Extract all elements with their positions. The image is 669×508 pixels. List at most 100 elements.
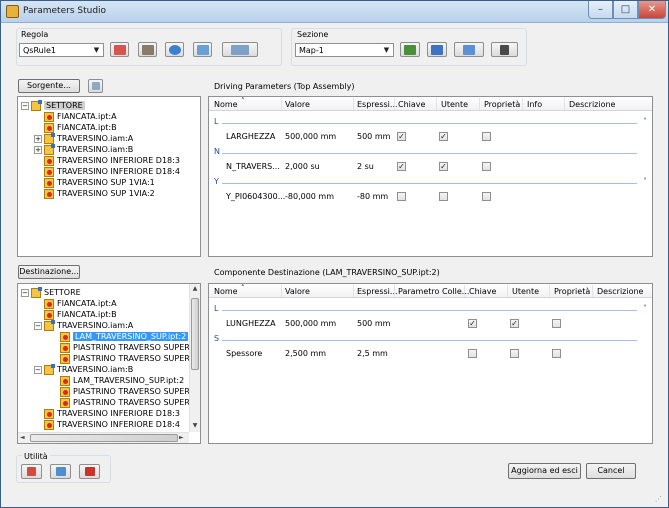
- param-expression[interactable]: 2,5 mm: [357, 349, 388, 358]
- col-utente[interactable]: Utente: [441, 100, 468, 109]
- col-info[interactable]: Info: [527, 100, 542, 109]
- apply-button[interactable]: Aggiorna ed esci: [508, 463, 581, 479]
- param-expression[interactable]: 500 mm: [357, 319, 390, 328]
- chiave-checkbox[interactable]: [468, 349, 477, 358]
- tree-item[interactable]: + TRAVERSINO.iam:A: [34, 132, 133, 144]
- param-expression[interactable]: 2 su: [357, 162, 374, 171]
- vertical-scrollbar[interactable]: ▲ ▼: [189, 284, 200, 432]
- tree-item[interactable]: TRAVERSINO INFERIORE D18:3: [44, 408, 180, 419]
- document-button[interactable]: [193, 42, 212, 57]
- tree-item[interactable]: FIANCATA.ipt:A: [44, 298, 117, 309]
- group-header[interactable]: Y ˄: [214, 177, 647, 187]
- add-button[interactable]: [21, 464, 42, 479]
- col-espressione[interactable]: Espressi...: [357, 100, 398, 109]
- expand-icon[interactable]: +: [34, 145, 42, 154]
- collapse-icon[interactable]: −: [21, 288, 29, 297]
- proprieta-checkbox[interactable]: [482, 162, 491, 171]
- scroll-thumb[interactable]: [30, 434, 178, 442]
- param-value[interactable]: 2,000 su: [285, 162, 320, 171]
- proprieta-checkbox[interactable]: [552, 349, 561, 358]
- group-header[interactable]: L ˄: [214, 304, 647, 314]
- close-button[interactable]: ✕: [638, 1, 666, 19]
- proprieta-checkbox[interactable]: [482, 192, 491, 201]
- source-button[interactable]: Sorgente...: [18, 79, 80, 93]
- scroll-thumb[interactable]: [191, 298, 199, 370]
- tree-item[interactable]: LAM_TRAVERSINO_SUP.ipt:2: [60, 375, 184, 386]
- param-value[interactable]: 500,000 mm: [285, 319, 336, 328]
- regola-select[interactable]: QsRule1 ▼: [19, 43, 104, 57]
- tree-item[interactable]: PIASTRINO TRAVERSO SUPER: [60, 342, 190, 353]
- collapse-icon[interactable]: −: [21, 101, 29, 110]
- param-value[interactable]: 2,500 mm: [285, 349, 326, 358]
- options-button[interactable]: [222, 42, 258, 57]
- utente-checkbox[interactable]: ✓: [510, 319, 519, 328]
- maximize-button[interactable]: □: [613, 1, 638, 19]
- run-button[interactable]: [165, 42, 184, 57]
- scroll-left-icon[interactable]: ◄: [20, 434, 25, 441]
- col-proprieta[interactable]: Proprietà: [554, 287, 590, 296]
- sort-button[interactable]: [400, 42, 420, 57]
- tree-item[interactable]: − TRAVERSINO.iam:A: [34, 319, 133, 331]
- col-chiave[interactable]: Chiave: [469, 287, 496, 296]
- col-valore[interactable]: Valore: [285, 100, 310, 109]
- collapse-icon[interactable]: ˄: [643, 304, 647, 313]
- save-section-button[interactable]: [427, 42, 447, 57]
- resize-grip-icon[interactable]: ⋰: [655, 495, 662, 503]
- tree-item[interactable]: PIASTRINO TRAVERSO SUPER: [60, 386, 190, 397]
- tree-item[interactable]: TRAVERSINO INFERIORE D18:4: [44, 419, 180, 430]
- tree-item[interactable]: + TRAVERSINO.iam:B: [34, 143, 133, 155]
- col-nome[interactable]: Nome: [214, 100, 238, 109]
- col-descrizione[interactable]: Descrizione: [597, 287, 643, 296]
- scroll-up-icon[interactable]: ▲: [190, 285, 200, 292]
- collapse-icon[interactable]: ˄: [643, 177, 647, 186]
- tree-item[interactable]: PIASTRINO TRAVERSO SUPER: [60, 353, 190, 364]
- tools-button[interactable]: [491, 42, 518, 57]
- collapse-icon[interactable]: −: [34, 365, 42, 374]
- tree-item-selected[interactable]: LAM_TRAVERSINO_SUP.ipt:2: [60, 331, 189, 342]
- chiave-checkbox[interactable]: ✓: [468, 319, 477, 328]
- cancel-button[interactable]: Cancel: [586, 463, 636, 479]
- col-espressione[interactable]: Espressi...: [357, 287, 398, 296]
- group-header[interactable]: L ˄: [214, 117, 647, 127]
- col-proprieta[interactable]: Proprietà: [484, 100, 520, 109]
- tree-item[interactable]: − SETTORE: [21, 286, 81, 298]
- col-chiave[interactable]: Chiave: [398, 100, 425, 109]
- param-expression[interactable]: -80 mm: [357, 192, 388, 201]
- sezione-select[interactable]: Map-1 ▼: [295, 43, 394, 57]
- tree-item[interactable]: TRAVERSINO INFERIORE D18:3: [44, 155, 180, 166]
- group-header[interactable]: N: [214, 147, 647, 157]
- utente-checkbox[interactable]: ✓: [439, 162, 448, 171]
- scroll-right-icon[interactable]: ►: [179, 434, 184, 441]
- collapse-icon[interactable]: −: [34, 321, 42, 330]
- expand-icon[interactable]: +: [34, 134, 42, 143]
- proprieta-checkbox[interactable]: [552, 319, 561, 328]
- tree-item[interactable]: − SETTORE: [21, 99, 85, 111]
- col-nome[interactable]: Nome: [214, 287, 238, 296]
- tree-item[interactable]: FIANCATA.ipt:A: [44, 111, 117, 122]
- tree-item[interactable]: PIASTRINO TRAVERSO SUPER: [60, 397, 190, 408]
- rule-structure-button[interactable]: [138, 42, 157, 57]
- col-utente[interactable]: Utente: [512, 287, 539, 296]
- col-parametro-collegato[interactable]: Parametro Colle...: [398, 287, 469, 296]
- utente-checkbox[interactable]: [439, 192, 448, 201]
- col-descrizione[interactable]: Descrizione: [569, 100, 615, 109]
- proprieta-checkbox[interactable]: [482, 132, 491, 141]
- source-options-button[interactable]: [88, 79, 103, 93]
- col-valore[interactable]: Valore: [285, 287, 310, 296]
- param-expression[interactable]: 500 mm: [357, 132, 390, 141]
- horizontal-scrollbar[interactable]: ◄ ►: [18, 432, 189, 443]
- chiave-checkbox[interactable]: ✓: [397, 132, 406, 141]
- utente-checkbox[interactable]: ✓: [439, 132, 448, 141]
- tree-item[interactable]: − TRAVERSINO.iam:B: [34, 363, 133, 375]
- collapse-icon[interactable]: ˄: [643, 117, 647, 126]
- filter-button[interactable]: [454, 42, 484, 57]
- tree-item[interactable]: FIANCATA.ipt:B: [44, 309, 117, 320]
- tree-item[interactable]: FIANCATA.ipt:B: [44, 122, 117, 133]
- insert-button[interactable]: [50, 464, 71, 479]
- param-value[interactable]: 500,000 mm: [285, 132, 336, 141]
- tree-item[interactable]: TRAVERSINO SUP 1VIA:2: [44, 188, 155, 199]
- utente-checkbox[interactable]: [510, 349, 519, 358]
- scroll-down-icon[interactable]: ▼: [190, 422, 200, 429]
- chiave-checkbox[interactable]: [397, 192, 406, 201]
- group-header[interactable]: S: [214, 334, 647, 344]
